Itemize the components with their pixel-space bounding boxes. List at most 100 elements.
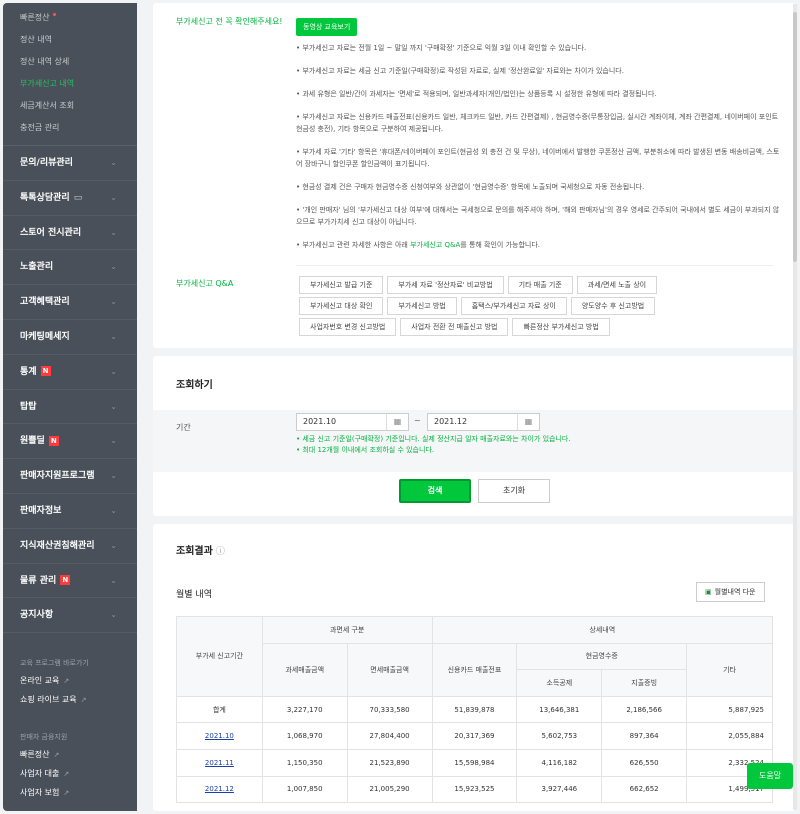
period-link[interactable]: 2021.12 <box>205 785 234 793</box>
new-dot <box>53 13 57 16</box>
calendar-icon[interactable]: ▦ <box>386 414 408 430</box>
sidebar-item-quick-settlement[interactable]: 빠른정산 <box>3 7 137 29</box>
notice-item: • '개인 판매자' 님의 '부가세신고 대상 여부'에 대해서는 국세청으로 … <box>296 206 780 226</box>
chat-icon: ▭ <box>73 192 83 203</box>
sidebar-item-taptap[interactable]: 탑탑 ⌄ <box>3 390 137 425</box>
help-button[interactable]: 도움말 <box>747 763 793 789</box>
notice-list: • 부가세신고 자료는 전월 1일 ~ 말일 까지 '구매확정' 기준으로 익월… <box>296 42 781 262</box>
menu-label: 원쁠딜 <box>20 436 45 447</box>
sidebar-item-notice[interactable]: 공지사항 ⌄ <box>3 598 137 634</box>
reset-button[interactable]: 초기화 <box>478 479 550 503</box>
menu-label: 지식재산권침해관리 <box>20 540 95 551</box>
sidebar-item-store-display[interactable]: 스토어 전시관리 ⌄ <box>3 216 137 251</box>
qa-button[interactable]: 사업자 전환 전 매출신고 방법 <box>400 318 509 336</box>
header-cash-group: 현금영수증 <box>516 642 688 671</box>
sidebar-item-vat-report[interactable]: 부가세신고 내역 <box>3 73 137 95</box>
sidebar-item-seller-support[interactable]: 판매자지원프로그램 ⌄ <box>3 459 137 494</box>
qa-button[interactable]: 부가세 자료 '정산자료' 비교방법 <box>387 276 504 294</box>
qa-button[interactable]: 과세/면세 노출 상이 <box>576 276 658 294</box>
notice-item: • 부가세신고 자료는 신용카드 매출전표(신용카드 일반, 체크카드 일반, … <box>296 113 779 133</box>
chevron-down-icon: ⌄ <box>110 436 117 446</box>
range-separator: ~ <box>414 416 421 425</box>
calendar-icon[interactable]: ▦ <box>517 414 539 430</box>
sidebar-item-talktalk[interactable]: 톡톡상담관리 ▭ ⌄ <box>3 181 137 216</box>
header-income: 소득공제 <box>516 669 603 697</box>
cell-income: 4,116,182 <box>516 748 603 777</box>
cell-taxable: 1,007,850 <box>261 775 348 804</box>
download-label: 월별내역 다운 <box>714 588 756 596</box>
sidebar-item-stats[interactable]: 통계 N ⌄ <box>3 355 137 390</box>
notice-text: 를 통해 확인이 가능합니다. <box>460 241 541 249</box>
vat-table: 부가세 신고기간 과면세 구분 상세내역 과세매출금액 면세매출금액 신용카드 … <box>176 616 774 804</box>
sidebar-item-inquiry-review[interactable]: 문의/리뷰관리 ⌄ <box>3 146 137 181</box>
chevron-down-icon: ⌄ <box>110 262 117 272</box>
sidebar-item-marketing-message[interactable]: 마케팅메세지 ⌄ <box>3 320 137 355</box>
scrollbar-thumb[interactable] <box>793 12 797 262</box>
qa-button[interactable]: 부가세신고 방법 <box>387 297 457 315</box>
cell-exempt: 21,523,890 <box>346 748 433 777</box>
sidebar-item-exposure[interactable]: 노출관리 ⌄ <box>3 250 137 286</box>
table-row: 2021.10 1,068,970 27,804,400 20,317,369 … <box>176 722 773 750</box>
link-live-edu[interactable]: 쇼핑 라이브 교육 ↗ <box>3 690 137 709</box>
period-link[interactable]: 2021.11 <box>205 759 234 767</box>
sidebar-item-oneplusdeal[interactable]: 원쁠딜 N ⌄ <box>3 424 137 460</box>
sidebar-item-seller-info[interactable]: 판매자정보 ⌄ <box>3 494 137 529</box>
header-expense: 지출증빙 <box>601 669 688 697</box>
sidebar-item-logistics[interactable]: 물류 관리 N ⌄ <box>3 564 137 599</box>
link-business-loan[interactable]: 사업자 대출 ↗ <box>3 764 137 783</box>
video-education-button[interactable]: 동영상 교육보기 <box>296 18 358 36</box>
cell-other: 2,055,884 <box>686 722 773 750</box>
cell-taxable: 1,068,970 <box>261 722 348 750</box>
chevron-down-icon: ⌄ <box>110 331 117 341</box>
page-scrollbar[interactable] <box>793 4 797 810</box>
notice-item: • 부가세신고 자료는 전월 1일 ~ 말일 까지 '구매확정' 기준으로 익월… <box>296 44 587 52</box>
results-title: 조회결과 ⓘ <box>176 542 225 557</box>
cell-income: 5,602,753 <box>516 722 603 750</box>
qa-button[interactable]: 빠른정산 부가세신고 방법 <box>512 318 610 336</box>
info-icon[interactable]: ⓘ <box>216 547 225 557</box>
sidebar-item-settlement-detail[interactable]: 정산 내역 상세 <box>3 51 137 73</box>
qa-button[interactable]: 부가세신고 발급 기준 <box>299 276 384 294</box>
link-quick-settlement[interactable]: 빠른정산 ↗ <box>3 745 137 764</box>
search-button[interactable]: 검색 <box>399 479 471 503</box>
external-link-icon: ↗ <box>80 696 87 705</box>
start-date-value: 2021.10 <box>303 417 337 426</box>
end-date-field[interactable]: 2021.12 ▦ <box>427 413 540 431</box>
results-card: 조회결과 ⓘ 월별 내역 ▣ 월별내역 다운 부가세 신고기간 과면세 구분 상세내… <box>153 524 796 811</box>
menu-label: 노출관리 <box>20 262 54 273</box>
monthly-label: 월별 내역 <box>176 590 212 600</box>
qa-row: 부가세신고 대상 확인 부가세신고 방법 홈택스/부가세신고 자료 상이 양도양… <box>299 297 656 315</box>
external-link-icon: ↗ <box>63 677 70 686</box>
qa-button[interactable]: 양도양수 후 신고방법 <box>570 297 656 315</box>
sidebar-item-customer-benefit[interactable]: 고객혜택관리 ⌄ <box>3 285 137 320</box>
sidebar-item-charge-manage[interactable]: 충전금 관리 <box>3 117 137 139</box>
monthly-download-button[interactable]: ▣ 월별내역 다운 <box>696 582 765 602</box>
header-detail-group: 상세내역 <box>431 616 774 644</box>
sidebar-item-ip-infringement[interactable]: 지식재산권침해관리 ⌄ <box>3 529 137 564</box>
external-link-icon: ↗ <box>63 789 70 798</box>
link-business-insurance[interactable]: 사업자 보험 ↗ <box>3 783 137 802</box>
qa-button[interactable]: 홈택스/부가세신고 자료 상이 <box>460 297 567 315</box>
search-title: 조회하기 <box>176 380 213 391</box>
sidebar-item-settlement-history[interactable]: 정산 내역 <box>3 29 137 51</box>
cell-credit: 15,598,984 <box>431 748 518 777</box>
header-credit: 신용카드 매출전표 <box>431 642 518 697</box>
header-exempt: 면세매출금액 <box>346 642 433 697</box>
chevron-down-icon: ⌄ <box>110 158 117 167</box>
period-link[interactable]: 2021.10 <box>205 732 234 740</box>
qa-row: 부가세신고 발급 기준 부가세 자료 '정산자료' 비교방법 기타 매출 기준 … <box>299 276 658 294</box>
menu-label: 공지사항 <box>20 610 54 621</box>
link-label: 사업자 대출 <box>20 769 60 779</box>
link-label: 사업자 보험 <box>20 788 60 798</box>
link-online-edu[interactable]: 온라인 교육 ↗ <box>3 671 137 690</box>
qa-button[interactable]: 기타 매출 기준 <box>507 276 573 294</box>
cell-period: 2021.11 <box>176 748 263 777</box>
start-date-field[interactable]: 2021.10 ▦ <box>296 413 409 431</box>
vat-qa-link[interactable]: 부가세신고 Q&A <box>410 241 460 249</box>
chevron-down-icon: ⌄ <box>110 471 117 481</box>
qa-button[interactable]: 부가세신고 대상 확인 <box>299 297 384 315</box>
sidebar-item-tax-invoice[interactable]: 세금계산서 조회 <box>3 95 137 117</box>
qa-button[interactable]: 사업자번호 변경 신고방법 <box>299 318 397 336</box>
hint-basis: • 세금 신고 기준일(구매확정) 기준입니다. 실제 정산지급 일자 매출자료… <box>296 435 571 443</box>
chevron-down-icon: ⌄ <box>110 540 117 550</box>
